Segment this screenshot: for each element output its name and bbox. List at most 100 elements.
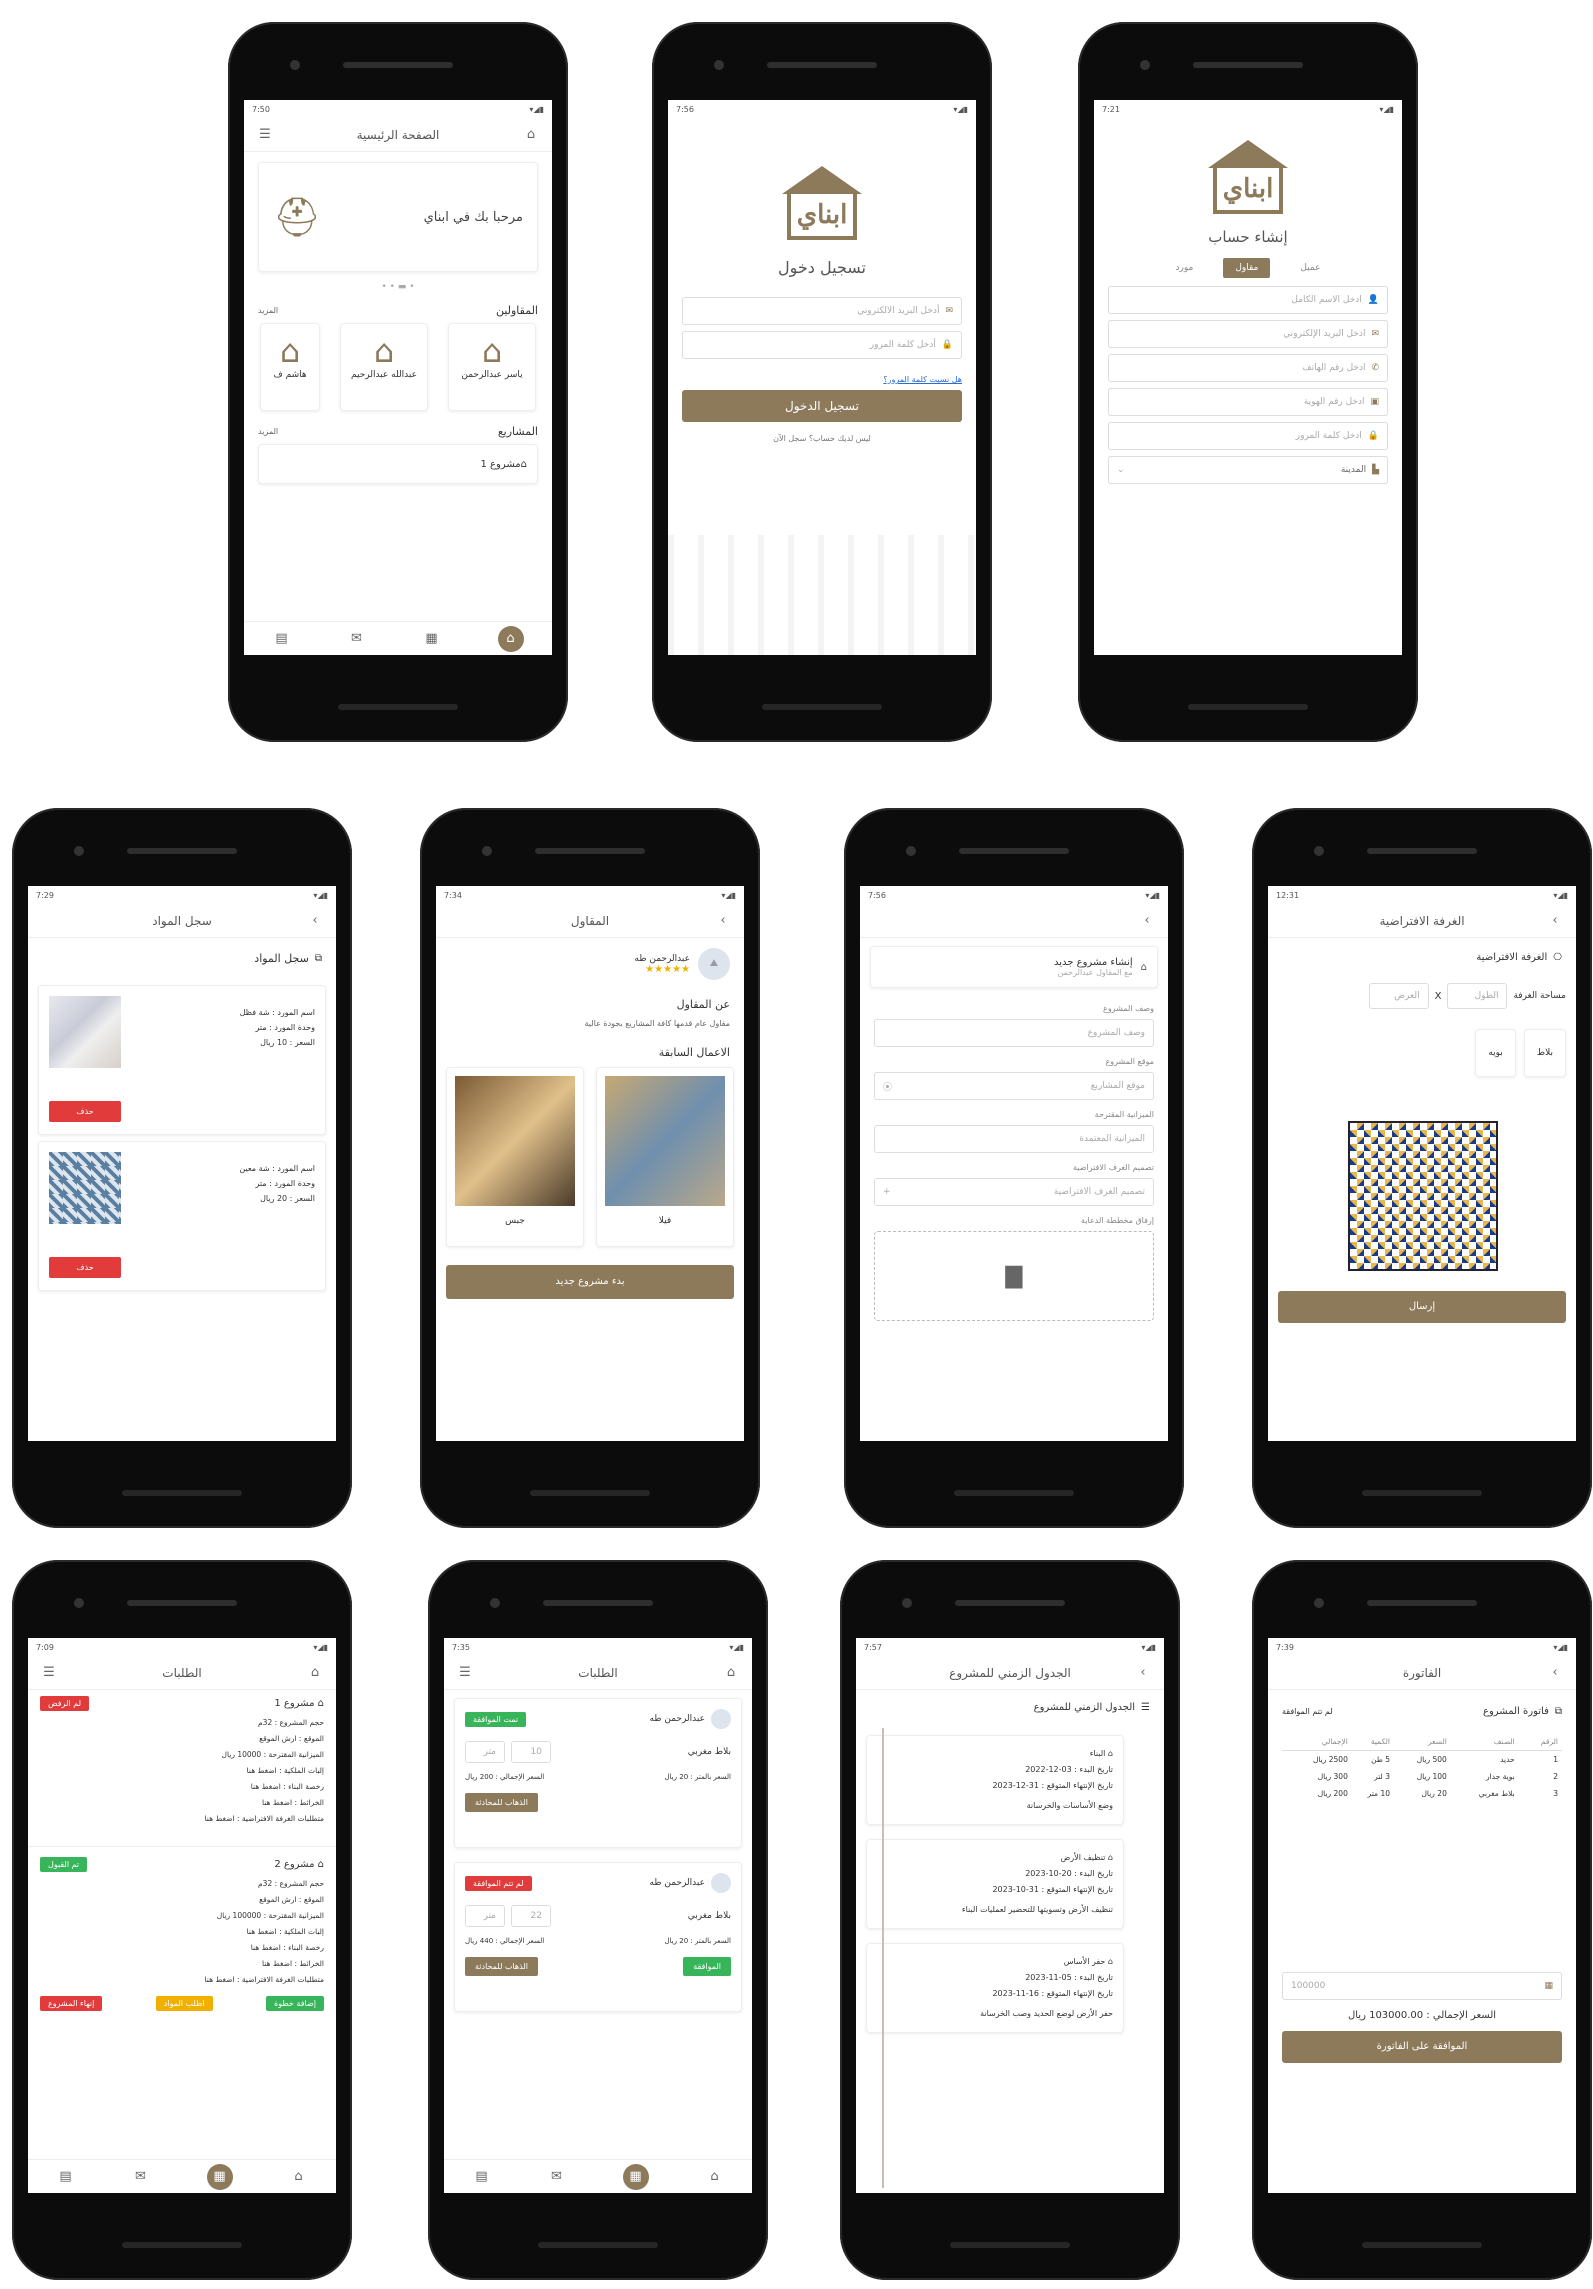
approve-invoice-button[interactable]: الموافقة على الفاتورة (1282, 2031, 1562, 2063)
email-field[interactable]: ✉ أدخل البريد الالكتروني (682, 297, 962, 325)
unit-field[interactable]: متر (465, 1741, 505, 1763)
projects-header: المشاريع المزيد (244, 411, 552, 444)
home-icon: ⌂ (1105, 1749, 1113, 1758)
budget-field[interactable]: الميزانية المعتمدة (874, 1125, 1154, 1153)
project-card[interactable]: ⌂ مشروع 1 (258, 444, 538, 484)
list-icon[interactable]: ▤ (473, 2168, 491, 2186)
upload-area[interactable]: ▇ (874, 1231, 1154, 1321)
maps-link[interactable]: الخرائط : اضغط هنا (40, 1956, 324, 1972)
quantity-field[interactable]: 22 (511, 1905, 551, 1927)
delete-button[interactable]: حذف (49, 1101, 121, 1122)
password-field[interactable]: 🔒 أدخل كلمة المرور (682, 331, 962, 359)
home-icon[interactable]: ⌂ (706, 2168, 724, 2186)
option-tiles[interactable]: بلاط (1523, 1029, 1566, 1077)
logo-icon[interactable]: ⌂ (306, 1664, 324, 1682)
home-icon[interactable]: ⌂ (497, 625, 524, 652)
contractor-card[interactable]: ⌂ ياسر عبدالرحمن (448, 323, 536, 411)
menu-icon[interactable]: ☰ (256, 126, 274, 144)
maps-link[interactable]: الخرائط : اضغط هنا (40, 1795, 324, 1811)
request-materials-button[interactable]: اطلب المواد (155, 1996, 213, 2011)
orders-icon[interactable]: ▦ (622, 2163, 649, 2190)
id-field[interactable]: ▣ ادخل رقم الهوية (1108, 388, 1388, 416)
approve-button[interactable]: الموافقة (683, 1957, 731, 1976)
password-field[interactable]: 🔒 ادخل كلمة المرور (1108, 422, 1388, 450)
email-field[interactable]: ✉ ادخل البريد الإلكتروني (1108, 320, 1388, 348)
length-field[interactable]: الطول (1447, 983, 1508, 1009)
ownership-link[interactable]: إلبات الملكية : اضغط هنا (40, 1924, 324, 1940)
welcome-banner: مرحبا بك في ابناي ⛑ (258, 162, 538, 272)
finish-project-button[interactable]: إنهاء المشروع (40, 1996, 103, 2011)
room-design-field[interactable]: تصميم الغرف الافتراضية + (874, 1178, 1154, 1206)
avatar: ⛰ (698, 948, 730, 980)
chat-icon[interactable]: ✉ (348, 630, 366, 648)
permit-link[interactable]: رخصة البناء : اضغط هنا (40, 1940, 324, 1956)
more-link[interactable]: المزيد (258, 427, 278, 436)
menu-icon[interactable]: ☰ (456, 1664, 474, 1682)
app-bar: ⌂ الطلبات ☰ (444, 1656, 752, 1690)
room-requirements-link[interactable]: متطلبات الغرفة الافتراضية : اضغط هنا (40, 1811, 324, 1827)
screen-register: 7:21 ▾◢▮ ابناي إنشاء حساب مورد مقاول عميل… (1094, 100, 1402, 655)
tab-contractor[interactable]: مقاول (1223, 258, 1271, 278)
login-button[interactable]: تسجيل الدخول (682, 390, 962, 422)
fullname-field[interactable]: 👤 ادخل الاسم الكامل (1108, 286, 1388, 314)
send-button[interactable]: إرسال (1278, 1291, 1566, 1323)
back-icon[interactable]: › (306, 912, 324, 930)
delete-button[interactable]: حذف (49, 1257, 121, 1278)
room-requirements-link[interactable]: متطلبات الغرفة الافتراضية : اضغط هنا (40, 1972, 324, 1988)
location-field[interactable]: موقع المشاريع ⦿ (874, 1072, 1154, 1100)
chat-icon[interactable]: ✉ (548, 2168, 566, 2186)
chat-icon[interactable]: ✉ (132, 2168, 150, 2186)
forgot-password-link[interactable]: هل نسيت كلمة المرور؟ (668, 365, 976, 390)
tab-client[interactable]: عميل (1300, 263, 1320, 273)
quantity-field[interactable]: 10 (511, 1741, 551, 1763)
chevron-down-icon: ⌄ (1117, 465, 1125, 475)
tile-preview (1348, 1121, 1498, 1271)
unit-field[interactable]: متر (465, 1905, 505, 1927)
go-to-chat-button[interactable]: الذهاب للمحادثة (465, 1957, 538, 1976)
logo-icon[interactable]: ⌂ (722, 1664, 740, 1682)
gypsum-image (455, 1076, 575, 1206)
project-location[interactable]: الموقع : ارش الموقع (40, 1892, 324, 1908)
home-icon[interactable]: ⌂ (290, 2168, 308, 2186)
amount-field[interactable]: ▦ 100000 (1282, 1972, 1562, 2000)
orders-icon[interactable]: ▦ (423, 630, 441, 648)
contractor-card[interactable]: ⌂ عبدالله عبدالرحيم (340, 323, 428, 411)
logo-icon[interactable]: ⌂ (522, 126, 540, 144)
width-field[interactable]: العرض (1368, 983, 1429, 1009)
more-link[interactable]: المزيد (258, 306, 278, 315)
file-icon: ▇ (1005, 1263, 1023, 1289)
roof-icon (782, 166, 862, 194)
list-icon[interactable]: ▤ (273, 630, 291, 648)
signup-link[interactable]: ليس لديك حساب؟ سجل الآن (668, 434, 976, 443)
menu-icon[interactable]: ☰ (40, 1664, 58, 1682)
option-paint[interactable]: بويه (1475, 1029, 1516, 1077)
list-icon[interactable]: ▤ (57, 2168, 75, 2186)
back-icon[interactable]: › (1134, 1664, 1152, 1682)
work-card-villa[interactable]: فيلا (596, 1067, 734, 1247)
page-title: الغرفة الافتراضية (1379, 913, 1465, 928)
ownership-link[interactable]: إلبات الملكية : اضغط هنا (40, 1763, 324, 1779)
speaker (959, 848, 1069, 854)
contractor-card[interactable]: ⌂ هاشم ف (260, 323, 320, 411)
back-icon[interactable]: › (1546, 1664, 1564, 1682)
project-location[interactable]: الموقع : ارش الموقع (40, 1731, 324, 1747)
step-description: وضع الأساسات والخرسانة (1026, 1801, 1113, 1810)
go-to-chat-button[interactable]: الذهاب للمحادثة (465, 1793, 538, 1812)
orders-icon[interactable]: ▦ (206, 2163, 233, 2190)
unit-price: السعر بالمتر : 20 ريال (664, 1773, 731, 1781)
status-bar: 12:31 ▾◢▮ (1268, 886, 1576, 904)
app-bar: › الجدول الزمني للمشروع (856, 1656, 1164, 1690)
back-icon[interactable]: › (714, 912, 732, 930)
description-field[interactable]: وصف المشروع (874, 1019, 1154, 1047)
permit-link[interactable]: رخصة البناء : اضغط هنا (40, 1779, 324, 1795)
back-icon[interactable]: › (1138, 912, 1156, 930)
signal-icon: ▾◢▮ (1553, 890, 1568, 900)
start-project-button[interactable]: بدء مشروع جديد (446, 1265, 734, 1299)
back-icon[interactable]: › (1546, 912, 1564, 930)
phone-field[interactable]: ✆ ادخل رقم الهاتف (1108, 354, 1388, 382)
status-bar: 7:39 ▾◢▮ (1268, 1638, 1576, 1656)
tab-supplier[interactable]: مورد (1176, 263, 1194, 273)
work-card-gypsum[interactable]: جبس (446, 1067, 584, 1247)
city-select[interactable]: ▙ المدينة ⌄ (1108, 456, 1388, 484)
add-step-button[interactable]: إضافة خطوة (266, 1996, 324, 2011)
